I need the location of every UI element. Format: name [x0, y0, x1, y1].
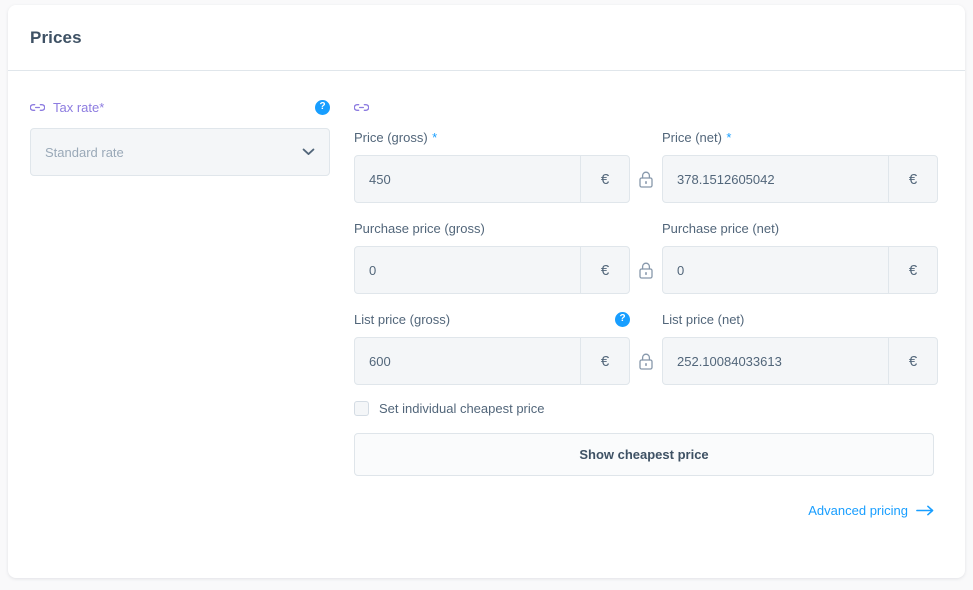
cheapest-price-checkbox-label[interactable]: Set individual cheapest price: [379, 401, 545, 416]
purchase-price-row: Purchase price (gross) €: [354, 219, 943, 294]
list-price-net-input[interactable]: [663, 338, 888, 384]
currency-suffix: €: [580, 247, 629, 293]
price-row: Price (gross) * € Pr: [354, 128, 943, 203]
tax-rate-label-row: Tax rate* ?: [30, 97, 330, 117]
prices-link-row: [354, 97, 943, 117]
purchase-price-gross-input[interactable]: [355, 247, 580, 293]
link-icon: [354, 103, 369, 112]
list-price-gross-input-group: €: [354, 337, 630, 385]
price-net-input[interactable]: [663, 156, 888, 202]
cheapest-price-checkbox[interactable]: [354, 401, 369, 416]
list-price-lock-icon[interactable]: [630, 337, 662, 385]
advanced-pricing-link[interactable]: Advanced pricing: [808, 503, 934, 518]
purchase-price-net-label: Purchase price (net): [662, 221, 779, 236]
list-price-gross-input[interactable]: [355, 338, 580, 384]
price-net-required-marker: *: [726, 130, 731, 145]
currency-suffix: €: [580, 156, 629, 202]
prices-column: Price (gross) * € Pr: [342, 97, 943, 518]
price-net-input-group: €: [662, 155, 938, 203]
page-title: Prices: [30, 28, 82, 48]
purchase-price-gross-label-row: Purchase price (gross): [354, 219, 630, 237]
price-gross-required-marker: *: [432, 130, 437, 145]
advanced-pricing-label: Advanced pricing: [808, 503, 908, 518]
list-price-net-label-row: List price (net): [662, 310, 938, 328]
advanced-pricing-row: Advanced pricing: [354, 503, 934, 518]
link-icon: [30, 103, 45, 112]
price-gross-label-row: Price (gross) *: [354, 128, 630, 146]
currency-suffix: €: [888, 247, 937, 293]
price-net-cell: Price (net) * €: [662, 128, 938, 203]
cheapest-price-checkbox-row: Set individual cheapest price: [354, 401, 943, 416]
list-price-net-cell: List price (net) €: [662, 310, 938, 385]
help-icon[interactable]: ?: [315, 100, 330, 115]
currency-suffix: €: [580, 338, 629, 384]
list-price-net-label: List price (net): [662, 312, 744, 327]
list-price-row: List price (gross) ? €: [354, 310, 943, 385]
purchase-price-net-input[interactable]: [663, 247, 888, 293]
purchase-price-net-cell: Purchase price (net) €: [662, 219, 938, 294]
prices-card: Prices Tax rate* ? Standard rate: [8, 5, 965, 578]
price-net-label-row: Price (net) *: [662, 128, 938, 146]
list-price-gross-cell: List price (gross) ? €: [354, 310, 630, 385]
price-gross-cell: Price (gross) * €: [354, 128, 630, 203]
list-price-net-input-group: €: [662, 337, 938, 385]
purchase-price-lock-icon[interactable]: [630, 246, 662, 294]
price-gross-input-group: €: [354, 155, 630, 203]
price-gross-label: Price (gross): [354, 130, 428, 145]
card-header: Prices: [8, 5, 965, 71]
price-lock-icon[interactable]: [630, 155, 662, 203]
currency-suffix: €: [888, 338, 937, 384]
tax-rate-selected-value: Standard rate: [45, 145, 302, 160]
tax-rate-column: Tax rate* ? Standard rate: [30, 97, 342, 518]
purchase-price-net-input-group: €: [662, 246, 938, 294]
price-gross-input[interactable]: [355, 156, 580, 202]
purchase-price-gross-cell: Purchase price (gross) €: [354, 219, 630, 294]
card-body: Tax rate* ? Standard rate: [8, 71, 965, 518]
tax-rate-required-marker: *: [99, 100, 104, 115]
purchase-price-net-label-row: Purchase price (net): [662, 219, 938, 237]
arrow-right-icon: [916, 505, 934, 516]
chevron-down-icon: [302, 148, 315, 156]
list-price-gross-label: List price (gross): [354, 312, 450, 327]
purchase-price-gross-input-group: €: [354, 246, 630, 294]
purchase-price-gross-label: Purchase price (gross): [354, 221, 485, 236]
tax-rate-label: Tax rate: [53, 100, 99, 115]
tax-rate-select[interactable]: Standard rate: [30, 128, 330, 176]
list-price-gross-label-row: List price (gross) ?: [354, 310, 630, 328]
price-net-label: Price (net): [662, 130, 722, 145]
help-icon[interactable]: ?: [615, 312, 630, 327]
currency-suffix: €: [888, 156, 937, 202]
show-cheapest-price-button[interactable]: Show cheapest price: [354, 433, 934, 476]
